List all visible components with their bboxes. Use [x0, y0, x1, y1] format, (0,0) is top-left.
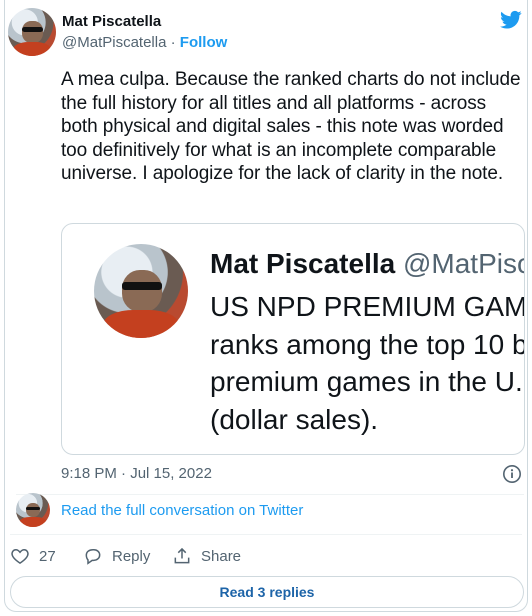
like-count: 27 — [39, 547, 56, 565]
author-avatar[interactable] — [8, 8, 56, 56]
reply-label: Reply — [112, 547, 151, 565]
tweet-text: A mea culpa. Because the ranked charts d… — [61, 69, 526, 185]
info-icon[interactable] — [502, 464, 522, 484]
reply-bubble-icon — [85, 549, 101, 565]
divider — [16, 494, 524, 495]
author-handle[interactable]: @MatPiscatella — [62, 34, 166, 51]
share-button[interactable]: Share — [172, 545, 241, 567]
conversation-avatar — [16, 493, 50, 527]
author-handle-row: @MatPiscatella · Follow — [62, 34, 227, 51]
share-label: Share — [201, 547, 242, 565]
quoted-author-handle: @MatPisc — [402, 248, 525, 279]
quoted-tweet-image[interactable]: Mat Piscatella @MatPisc US NPD PREMIUM G… — [61, 223, 525, 455]
read-replies-button[interactable]: Read 3 replies — [10, 576, 524, 608]
quoted-author-name: Mat Piscatella — [210, 248, 396, 279]
heart-icon — [11, 548, 29, 564]
twitter-logo[interactable] — [500, 10, 522, 30]
author-name[interactable]: Mat Piscatella — [62, 13, 161, 30]
reply-button[interactable]: Reply — [83, 545, 150, 567]
read-full-conversation-link[interactable]: Read the full conversation on Twitter — [61, 502, 303, 519]
share-icon — [174, 547, 190, 564]
follow-button[interactable]: Follow — [180, 34, 228, 51]
quoted-author-header: Mat Piscatella @MatPisc — [210, 248, 525, 280]
quoted-author-avatar — [94, 244, 188, 338]
like-button[interactable]: 27 — [10, 545, 56, 567]
tweet-timestamp[interactable]: 9:18 PM · Jul 15, 2022 — [61, 465, 212, 482]
divider — [10, 534, 522, 535]
quoted-tweet-text: US NPD PREMIUM GAM ranks among the top 1… — [210, 291, 525, 435]
handle-separator: · — [166, 34, 180, 51]
